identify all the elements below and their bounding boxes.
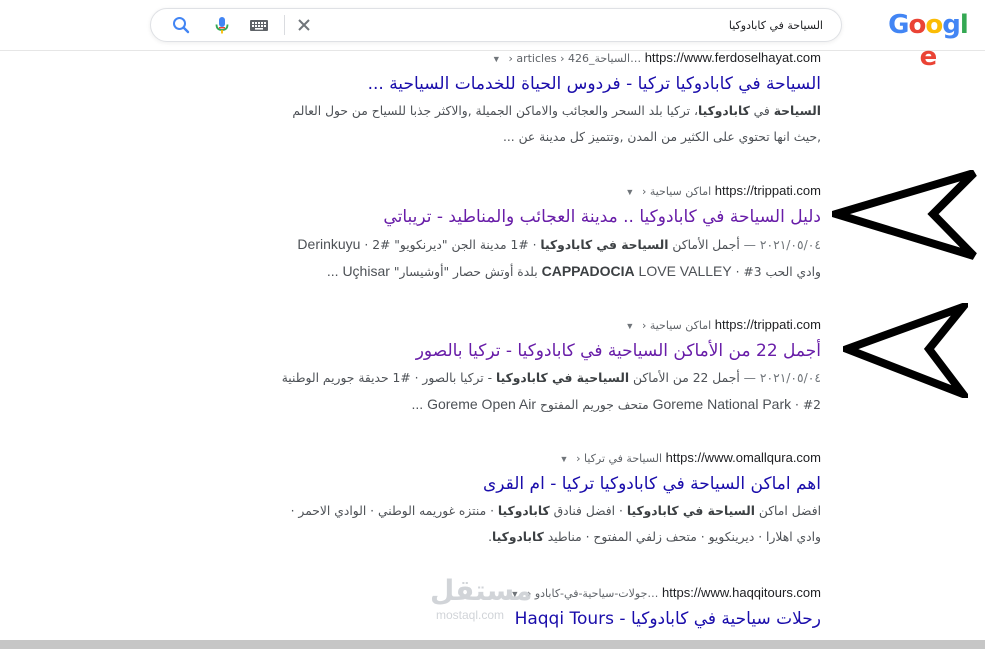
- result-path: › السياحة في تركيا: [576, 452, 663, 465]
- snippet-line: وادي الحب CAPPADOCIA LOVE VALLEY · #3 بل…: [241, 258, 821, 285]
- result-snippet: ٢٠٢١/٠٥/٠٤ — أجمل 22 من الأماكن السياحية…: [241, 365, 821, 418]
- chevron-down-icon[interactable]: ▼: [492, 54, 501, 64]
- snippet-text: - تركيا بالصور · #1 حديقة جوريم الوطنية: [281, 371, 496, 385]
- result-title[interactable]: أجمل 22 من الأماكن السياحية في كابادوكيا…: [241, 339, 821, 363]
- snippet-line: افضل اماكن السياحة في كابادوكيا · افضل ف…: [241, 498, 821, 524]
- search-result-ferdoselhayat: ▼ › articles › 426_السياحة… https://www.…: [241, 49, 821, 150]
- snippet-text: السياحة في كابادوكيا: [626, 504, 755, 518]
- result-title[interactable]: دليل السياحة في كابادوكيا .. مدينة العجا…: [241, 205, 821, 229]
- result-url: https://www.haqqitours.com: [662, 585, 821, 600]
- snippet-text: Goreme National Park: [652, 396, 792, 412]
- watermark-arabic: مستقل: [430, 574, 533, 607]
- search-icon[interactable]: [171, 15, 191, 35]
- search-result-trippati-guide: ▼ › اماكن سياحية https://trippati.com دل…: [241, 182, 821, 285]
- snippet-text: Goreme Open Air ...: [411, 396, 537, 412]
- search-result-trippati-places: ▼ › اماكن سياحية https://trippati.com أج…: [241, 316, 821, 418]
- snippet-line: ٢٠٢١/٠٥/٠٤ — أجمل الأماكن السياحة في كاب…: [241, 231, 821, 258]
- search-box[interactable]: [150, 8, 842, 42]
- snippet-text: كابادوكيا: [492, 530, 544, 544]
- pointer-arrow-icon: [843, 303, 968, 398]
- snippet-line: السياحة في كابادوكيا، تركيا بلد السحر وا…: [241, 98, 821, 124]
- result-path: › articles › 426_السياحة…: [508, 52, 642, 65]
- mostaql-watermark: مستقل mostaql.com: [430, 574, 533, 634]
- result-date: ٢٠٢١/٠٥/٠٤ —: [739, 238, 821, 252]
- result-path: › جولات-سياحية-في-كابادو…: [526, 587, 659, 600]
- logo-letter: g: [942, 10, 961, 40]
- google-logo[interactable]: Google: [883, 9, 973, 72]
- result-url: https://www.ferdoselhayat.com: [644, 50, 821, 65]
- result-cite[interactable]: ▼ › articles › 426_السياحة… https://www.…: [241, 49, 821, 68]
- result-path: › اماكن سياحية: [641, 185, 712, 198]
- result-title[interactable]: رحلات سياحية في كابادوكيا - Haqqi Tours: [241, 607, 821, 631]
- snippet-text: CAPPADOCIA: [541, 263, 635, 279]
- result-path: › اماكن سياحية: [641, 319, 712, 332]
- snippet-text: أجمل 22 من الأماكن: [629, 371, 740, 385]
- snippet-text: LOVE VALLEY: [634, 263, 732, 279]
- watermark-latin: mostaql.com: [435, 608, 505, 622]
- result-cite[interactable]: ▼ › السياحة في تركيا https://www.omallqu…: [241, 449, 821, 468]
- pointer-arrow-icon: [832, 170, 977, 260]
- arrow-shape: [832, 170, 977, 260]
- result-snippet: السياحة في كابادوكيا، تركيا بلد السحر وا…: [241, 98, 821, 150]
- logo-letter: o: [925, 10, 943, 40]
- search-result-omallqura: ▼ › السياحة في تركيا https://www.omallqu…: [241, 449, 821, 550]
- snippet-text: Uçhisar ...: [326, 263, 390, 279]
- search-header: Google: [0, 0, 985, 72]
- snippet-text: افضل اماكن: [754, 504, 821, 518]
- chevron-down-icon[interactable]: ▼: [625, 187, 634, 197]
- result-snippet: ٢٠٢١/٠٥/٠٤ — أجمل الأماكن السياحة في كاب…: [241, 231, 821, 285]
- snippet-text: · افضل فنادق: [549, 504, 627, 518]
- snippet-text: · #1 مدينة الجن "ديرنكويو" #2 ·: [360, 238, 541, 252]
- mic-icon[interactable]: [212, 15, 232, 35]
- search-input[interactable]: [343, 9, 823, 41]
- search-results: ▼ › articles › 426_السياحة… https://www.…: [0, 50, 985, 640]
- keyboard-icon[interactable]: [249, 15, 269, 35]
- result-url: https://trippati.com: [714, 183, 821, 198]
- snippet-text: ، تركيا بلد السحر والعجائب والاماكن الجم…: [292, 104, 698, 118]
- snippet-text: كابادوكيا: [697, 104, 750, 118]
- scrollbar-track[interactable]: [0, 640, 985, 649]
- result-url: https://www.omallqura.com: [665, 450, 821, 465]
- result-url: https://trippati.com: [714, 317, 821, 332]
- snippet-text: في: [749, 104, 774, 118]
- result-title[interactable]: السياحة في كابادوكيا تركيا - فردوس الحيا…: [241, 72, 821, 96]
- logo-letter: o: [908, 10, 927, 40]
- snippet-text: Derinkuyu: [297, 236, 361, 252]
- result-cite[interactable]: ▼ › اماكن سياحية https://trippati.com: [241, 182, 821, 201]
- logo-letter: G: [888, 10, 909, 40]
- snippet-text: · منتزه غوريمه الوطني · الوادي الاحمر ·: [290, 504, 498, 518]
- snippet-text: السياحة في كابادوكيا: [540, 238, 669, 252]
- chevron-down-icon[interactable]: ▼: [560, 454, 569, 464]
- snippet-line: ,حيث انها تحتوي على الكثير من المدن ,وتت…: [241, 124, 821, 150]
- close-icon[interactable]: [294, 15, 314, 35]
- snippet-text: أجمل الأماكن: [668, 238, 740, 252]
- snippet-text: كابادوكيا: [497, 504, 550, 518]
- snippet-text: وادي اهلارا · ديرينكويو · متحف زلفي المف…: [543, 530, 821, 544]
- snippet-line: ٢٠٢١/٠٥/٠٤ — أجمل 22 من الأماكن السياحية…: [241, 365, 821, 391]
- snippet-text: السياحة: [773, 104, 821, 118]
- snippet-text: السياحية في كابادوكيا: [495, 371, 630, 385]
- snippet-line: Goreme National Park · #2 متحف جوريم الم…: [241, 391, 821, 418]
- chevron-down-icon[interactable]: ▼: [625, 321, 634, 331]
- result-date: ٢٠٢١/٠٥/٠٤ —: [739, 371, 821, 385]
- result-title[interactable]: اهم اماكن السياحة في كابادوكيا تركيا - ا…: [241, 472, 821, 496]
- result-snippet: افضل اماكن السياحة في كابادوكيا · افضل ف…: [241, 498, 821, 550]
- search-box-divider: [284, 15, 285, 35]
- arrow-shape: [843, 303, 968, 398]
- snippet-line: وادي اهلارا · ديرينكويو · متحف زلفي المف…: [241, 524, 821, 550]
- snippet-text: وادي الحب: [761, 265, 821, 279]
- logo-letter: l: [959, 10, 969, 40]
- result-cite[interactable]: ▼ › اماكن سياحية https://trippati.com: [241, 316, 821, 335]
- snippet-text: ,حيث انها تحتوي على الكثير من المدن ,وتت…: [502, 130, 821, 144]
